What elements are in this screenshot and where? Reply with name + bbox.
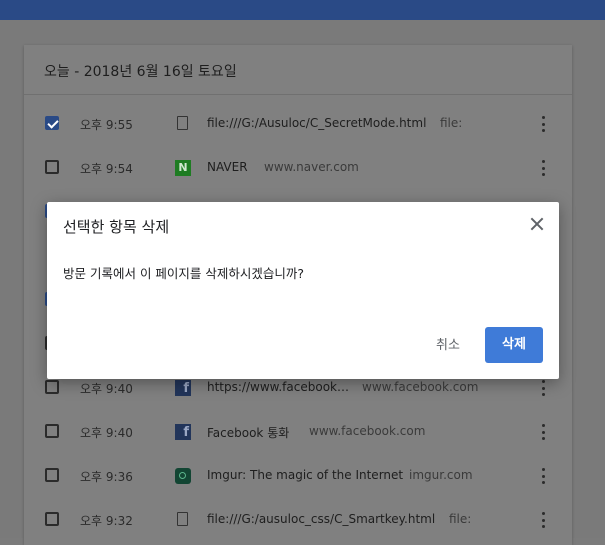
history-row[interactable]: 오후 9:32 file:///G:/ausuloc_css/C_Smartke… [24, 498, 572, 542]
history-row[interactable]: 오후 9:54 N NAVER www.naver.com [24, 146, 572, 190]
row-time: 오후 9:40 [80, 426, 133, 440]
row-checkbox[interactable] [45, 512, 59, 526]
row-title-link[interactable]: file:///G:/Ausuloc/C_SecretMode.html [207, 116, 426, 130]
facebook-icon: f [175, 380, 191, 396]
row-title-link[interactable]: Imgur: The magic of the Internet [207, 468, 403, 482]
row-more-menu-icon[interactable] [536, 512, 550, 528]
dialog-message: 방문 기록에서 이 페이지를 삭제하시겠습니까? [63, 266, 305, 281]
row-checkbox[interactable] [45, 160, 59, 174]
row-domain[interactable]: file: [449, 512, 471, 526]
delete-confirm-dialog: 선택한 항목 삭제 방문 기록에서 이 페이지를 삭제하시겠습니까? 취소 삭제 [47, 202, 559, 379]
row-domain[interactable]: imgur.com [409, 468, 473, 482]
row-more-menu-icon[interactable] [536, 380, 550, 396]
row-checkbox-checked[interactable] [45, 116, 59, 130]
browser-top-bar [0, 0, 605, 20]
close-icon[interactable] [528, 215, 546, 233]
row-domain[interactable]: www.facebook.com [309, 424, 425, 438]
naver-icon: N [175, 160, 191, 176]
row-checkbox[interactable] [45, 468, 59, 482]
row-time: 오후 9:55 [80, 118, 133, 132]
history-row[interactable]: 오후 9:55 file:///G:/Ausuloc/C_SecretMode.… [24, 102, 572, 146]
imgur-icon [175, 468, 191, 484]
facebook-icon: f [175, 424, 191, 440]
row-title-link[interactable]: Facebook 통화 [207, 424, 289, 441]
row-checkbox[interactable] [45, 380, 59, 394]
row-more-menu-icon[interactable] [536, 160, 550, 176]
date-header-title: 오늘 - 2018년 6월 16일 토요일 [44, 64, 237, 80]
row-time: 오후 9:40 [80, 382, 133, 396]
delete-button[interactable]: 삭제 [485, 327, 543, 363]
row-time: 오후 9:32 [80, 514, 133, 528]
row-domain[interactable]: www.naver.com [264, 160, 359, 174]
row-domain[interactable]: file: [440, 116, 462, 130]
file-icon [177, 116, 188, 130]
row-title-link[interactable]: NAVER [207, 160, 248, 174]
row-time: 오후 9:54 [80, 162, 133, 176]
row-more-menu-icon[interactable] [536, 424, 550, 440]
row-domain[interactable]: www.facebook.com [362, 380, 478, 394]
file-icon [177, 512, 188, 526]
history-date-header: 오늘 - 2018년 6월 16일 토요일 [24, 45, 572, 95]
row-more-menu-icon[interactable] [536, 468, 550, 484]
dialog-title: 선택한 항목 삭제 [63, 218, 170, 236]
row-title-link[interactable]: https://www.facebook… [207, 380, 349, 394]
row-time: 오후 9:36 [80, 470, 133, 484]
history-row[interactable]: 오후 9:40 f Facebook 통화 www.facebook.com [24, 410, 572, 454]
row-title-link[interactable]: file:///G:/ausuloc_css/C_Smartkey.html [207, 512, 435, 526]
cancel-button[interactable]: 취소 [425, 328, 471, 364]
history-row[interactable]: 오후 9:36 Imgur: The magic of the Internet… [24, 454, 572, 498]
row-more-menu-icon[interactable] [536, 116, 550, 132]
row-checkbox[interactable] [45, 424, 59, 438]
